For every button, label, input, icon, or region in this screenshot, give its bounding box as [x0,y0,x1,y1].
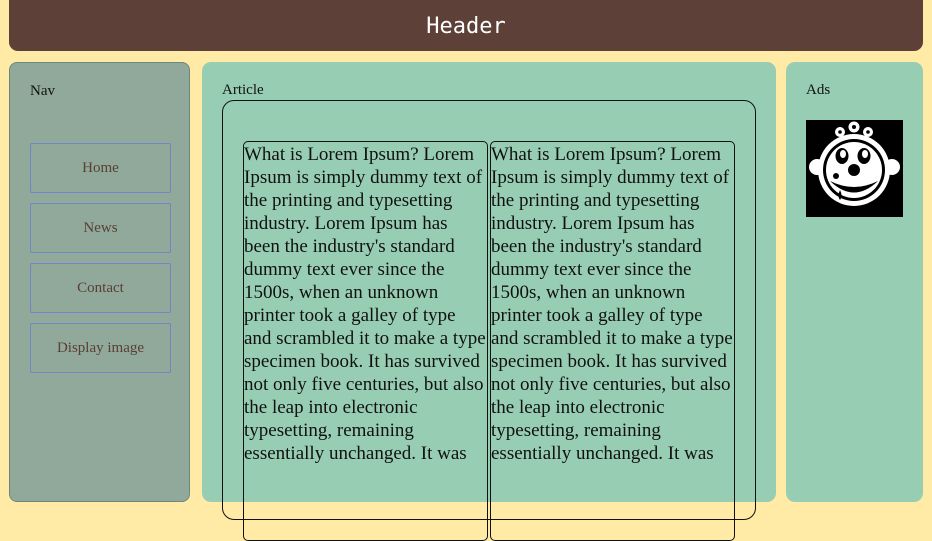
nav-list: Home News Contact Display image [30,143,171,383]
nav-display-image-button[interactable]: Display image [30,323,171,373]
article-column-2: What is Lorem Ipsum? Lorem Ipsum is simp… [490,141,735,541]
nav-heading: Nav [30,83,55,99]
article-panel: Article What is Lorem Ipsum? Lorem Ipsum… [202,62,776,541]
nav-contact-button[interactable]: Contact [30,263,171,313]
article-heading: Article [222,82,264,98]
nav-panel: Nav Home News Contact Display image [9,62,190,502]
page-header: Header [9,0,923,51]
header-title: Header [426,14,506,39]
nav-news-button[interactable]: News [30,203,171,253]
ads-panel: Ads [786,62,923,502]
smiling-clown-face-icon [806,120,903,217]
article-column-1: What is Lorem Ipsum? Lorem Ipsum is simp… [243,141,488,541]
nav-home-button[interactable]: Home [30,143,171,193]
ads-heading: Ads [806,82,831,98]
article-frame: What is Lorem Ipsum? Lorem Ipsum is simp… [222,100,756,541]
